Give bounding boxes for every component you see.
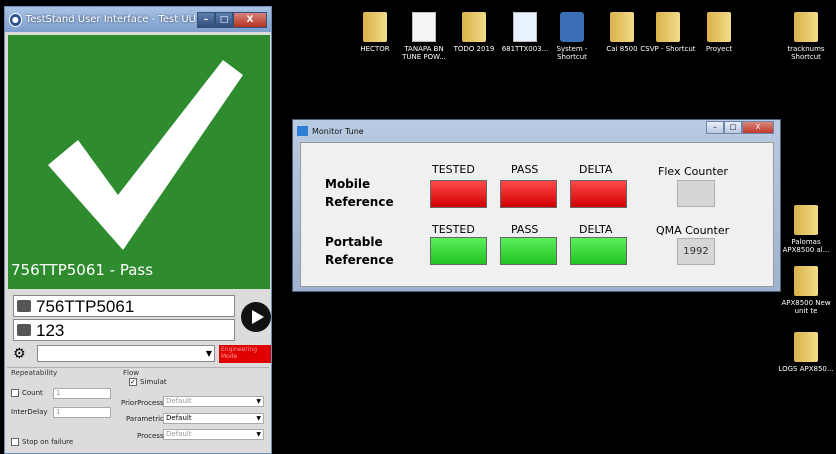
parametrics-select[interactable]: Default ▼ — [163, 413, 264, 424]
mobile-tested-label: TESTED — [432, 163, 475, 176]
monitor-tune-title: Monitor Tune — [312, 126, 364, 136]
interdelay-label: InterDelay — [11, 408, 48, 416]
count-checkbox[interactable] — [11, 389, 19, 397]
portable-delta-indicator — [570, 237, 627, 265]
close-button[interactable]: X — [742, 121, 774, 134]
count-label: Count — [22, 389, 43, 397]
qma-counter-value: 1992 — [677, 238, 715, 265]
teststand-window-title: TestStand User Interface - Test UUTs - b… — [25, 14, 195, 25]
monitor-tune-titlebar[interactable]: Monitor Tune – □ X — [293, 120, 780, 142]
folder-icon — [794, 266, 818, 296]
repeatability-group-label: Repeatability — [11, 369, 58, 377]
stop-on-failure-label: Stop on failure — [22, 438, 74, 446]
desktop-icon-proyect[interactable]: Proyect — [689, 12, 749, 53]
mobile-delta-label: DELTA — [579, 163, 613, 176]
folder-icon — [707, 12, 731, 42]
teststand-window: ● TestStand User Interface - Test UUTs -… — [4, 6, 272, 454]
qma-counter-label: QMA Counter — [656, 224, 730, 237]
folder-icon — [794, 205, 818, 235]
mobile-pass-indicator — [500, 180, 557, 208]
pass-checkmark-icon — [48, 60, 243, 250]
maximize-button[interactable]: □ — [724, 121, 742, 134]
priorprocess-label: PriorProcess — [121, 399, 164, 407]
priorprocess-select[interactable]: Default ▼ — [163, 396, 264, 407]
desktop-icon-logs[interactable]: LOGS APX850... — [776, 332, 836, 373]
operator-value: 123 — [36, 321, 65, 340]
desktop-icon-tracknums[interactable]: tracknums Shortcut — [776, 12, 836, 61]
user-icon — [17, 324, 31, 336]
barcode-icon — [17, 300, 31, 312]
portable-tested-indicator — [430, 237, 487, 265]
portable-tested-label: TESTED — [432, 223, 475, 236]
teststand-app-icon: ● — [9, 12, 22, 27]
minimize-button[interactable]: – — [706, 121, 724, 134]
flex-counter-value — [677, 180, 715, 207]
folder-icon — [610, 12, 634, 42]
result-panel: 756TTP5061 - Pass — [8, 35, 270, 289]
folder-shortcut-icon — [656, 12, 680, 42]
interdelay-spinner[interactable]: 1 — [53, 407, 111, 418]
monitor-tune-window: Monitor Tune – □ X Mobile Reference TEST… — [292, 119, 781, 292]
stop-on-failure-checkbox[interactable] — [11, 438, 19, 446]
serial-number-field[interactable]: 756TTP5061 — [13, 295, 235, 317]
flex-counter-label: Flex Counter — [658, 165, 728, 178]
chevron-down-icon: ▼ — [205, 349, 212, 358]
count-spinner[interactable]: 1 — [53, 388, 111, 399]
minimize-button[interactable]: – — [197, 11, 215, 28]
mobile-delta-indicator — [570, 180, 627, 208]
close-button[interactable]: X — [233, 11, 267, 28]
portable-pass-indicator — [500, 237, 557, 265]
shortcut-icon — [560, 12, 584, 42]
simulat-label: Simulat — [140, 378, 167, 386]
process-label: Process — [137, 432, 164, 440]
monitor-tune-client: Mobile Reference TESTED PASS DELTA Flex … — [300, 142, 774, 287]
run-button[interactable] — [241, 302, 271, 332]
desktop-icon-apx8500-new-unit[interactable]: APX8500 New unit te — [776, 266, 836, 315]
result-text: 756TTP5061 - Pass — [11, 261, 154, 279]
portable-delta-label: DELTA — [579, 223, 613, 236]
folder-icon — [794, 332, 818, 362]
operator-field[interactable]: 123 — [13, 319, 235, 341]
mobile-tested-indicator — [430, 180, 487, 208]
engineering-mode-badge: Engineering Mode — [219, 345, 271, 363]
folder-shortcut-icon — [794, 12, 818, 42]
folder-icon — [363, 12, 387, 42]
gear-icon[interactable]: ⚙ — [13, 346, 26, 362]
configuration-dropdown[interactable]: ▼ — [37, 345, 215, 362]
spreadsheet-icon — [513, 12, 537, 42]
divider — [7, 367, 269, 368]
desktop-icon-palomas[interactable]: Palomas APX8500 al... — [776, 205, 836, 254]
document-icon — [412, 12, 436, 42]
flow-group-label: Flow — [123, 369, 139, 377]
process-select[interactable]: Default ▼ — [163, 429, 264, 440]
simulat-checkbox[interactable]: ✓ — [129, 378, 137, 386]
serial-number-value: 756TTP5061 — [36, 297, 135, 316]
portable-reference-label: Portable Reference — [325, 235, 394, 267]
portable-pass-label: PASS — [511, 223, 539, 236]
maximize-button[interactable]: □ — [215, 11, 233, 28]
mobile-reference-label: Mobile Reference — [325, 177, 394, 209]
parametrics-label: Parametrics — [126, 415, 168, 423]
mobile-pass-label: PASS — [511, 163, 539, 176]
folder-icon — [462, 12, 486, 42]
teststand-titlebar[interactable]: ● TestStand User Interface - Test UUTs -… — [5, 7, 271, 32]
monitor-tune-app-icon — [297, 126, 308, 136]
